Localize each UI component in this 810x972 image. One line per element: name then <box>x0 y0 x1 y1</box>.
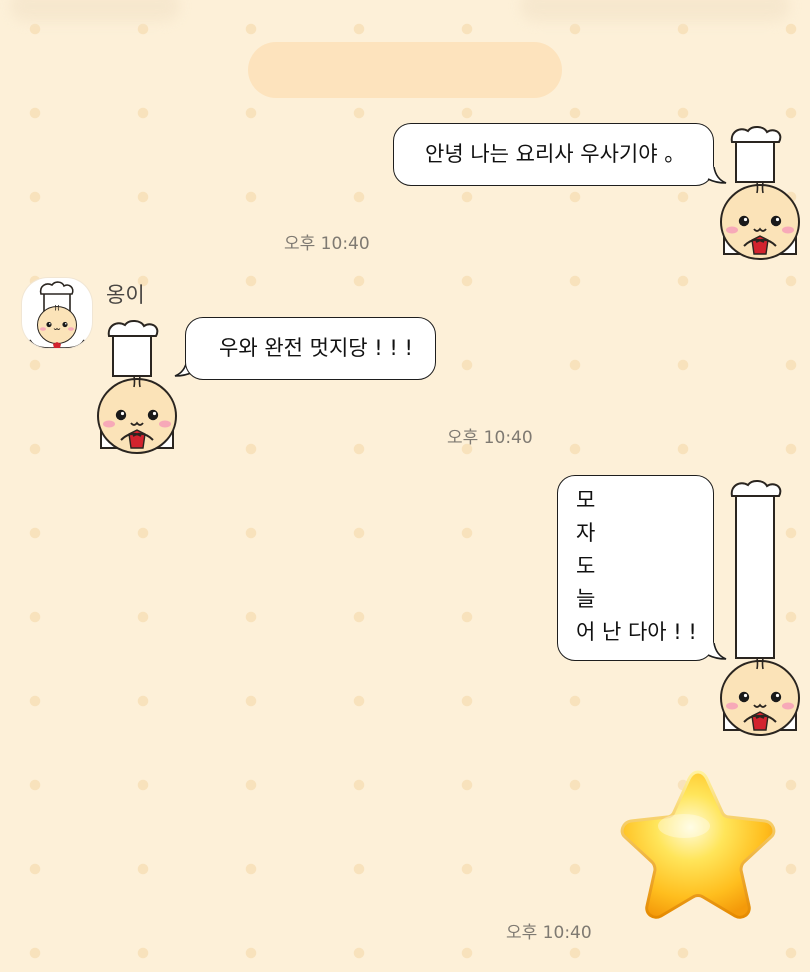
top-blurred-element-right <box>520 0 790 22</box>
message-text: 우와 완전 멋지당 ! ! ! <box>219 336 413 360</box>
outgoing-message-bubble[interactable]: 안녕 나는 요리사 우사기야 。 <box>393 123 714 186</box>
message-timestamp: 오후 10:40 <box>506 923 592 943</box>
sender-name: 옹이 <box>106 283 145 307</box>
incoming-message-bubble[interactable]: 우와 완전 멋지당 ! ! ! <box>185 317 436 380</box>
message-line: 모 <box>576 488 596 512</box>
chef-bun-sticker-tall-hat <box>720 480 800 736</box>
top-blurred-element-left <box>10 0 180 22</box>
chef-bun-avatar[interactable] <box>22 278 92 348</box>
outgoing-message-bubble[interactable]: 모 자 도 늘 어 난 다아 ! ! <box>557 475 714 661</box>
message-timestamp: 오후 10:40 <box>284 234 370 254</box>
message-timestamp: 오후 10:40 <box>447 428 533 448</box>
chef-bun-sticker <box>720 126 800 260</box>
star-emoji[interactable] <box>612 766 784 924</box>
message-line: 어 난 다아 ! ! <box>576 620 697 644</box>
date-divider-pill <box>248 42 562 98</box>
chef-bun-sticker <box>97 320 177 454</box>
message-line: 도 <box>576 554 596 578</box>
message-text: 안녕 나는 요리사 우사기야 。 <box>425 142 686 166</box>
message-line: 늘 <box>576 587 596 611</box>
message-line: 자 <box>576 521 596 545</box>
